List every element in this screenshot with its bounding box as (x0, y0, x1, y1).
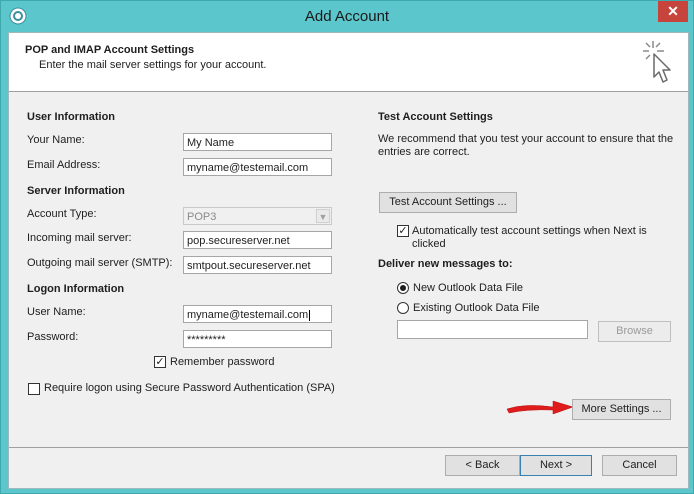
dialog-header: POP and IMAP Account Settings Enter the … (9, 33, 688, 92)
new-data-file-radio[interactable] (397, 282, 409, 294)
existing-data-file-path-input[interactable] (397, 320, 588, 339)
spa-checkbox[interactable] (28, 383, 40, 395)
more-settings-button[interactable]: More Settings ... (572, 399, 671, 420)
logon-info-heading: Logon Information (27, 283, 125, 295)
cancel-button[interactable]: Cancel (602, 455, 677, 476)
browse-button[interactable]: Browse (598, 321, 671, 342)
new-data-file-label: New Outlook Data File (413, 282, 524, 294)
red-arrow-icon (506, 400, 574, 415)
existing-data-file-label: Existing Outlook Data File (413, 302, 540, 314)
your-name-input[interactable]: My Name (183, 133, 332, 151)
outgoing-server-input[interactable]: smtpout.secureserver.net (183, 256, 332, 274)
auto-test-label: Automatically test account settings when… (412, 225, 647, 250)
window-title: Add Account (304, 8, 390, 25)
add-account-window: Add Account ✕ POP and IMAP Account Setti… (0, 0, 694, 494)
radio-selected-dot (400, 285, 406, 291)
header-title: POP and IMAP Account Settings (25, 44, 195, 56)
test-settings-description: We recommend that you test your account … (378, 133, 674, 158)
test-settings-heading: Test Account Settings (378, 111, 493, 123)
user-name-label: User Name: (27, 306, 86, 318)
user-name-input[interactable]: myname@testemail.com (183, 305, 332, 323)
checkmark-icon: ✓ (155, 356, 165, 368)
password-input[interactable]: ********* (183, 330, 332, 348)
incoming-server-label: Incoming mail server: (27, 232, 132, 244)
checkmark-icon: ✓ (398, 225, 408, 237)
back-button[interactable]: < Back (445, 455, 520, 476)
account-type-label: Account Type: (27, 208, 97, 220)
wizard-cursor-icon (643, 41, 671, 83)
spa-label: Require logon using Secure Password Auth… (44, 382, 335, 394)
dialog-body: POP and IMAP Account Settings Enter the … (8, 32, 689, 489)
close-button[interactable]: ✕ (658, 1, 688, 22)
next-button[interactable]: Next > (520, 455, 592, 476)
your-name-label: Your Name: (27, 134, 85, 146)
deliver-heading: Deliver new messages to: (378, 258, 513, 270)
account-type-value: POP3 (187, 211, 217, 223)
remember-password-checkbox[interactable]: ✓ (154, 356, 166, 368)
server-info-heading: Server Information (27, 185, 125, 197)
outgoing-server-label: Outgoing mail server (SMTP): (27, 257, 173, 269)
email-address-label: Email Address: (27, 159, 101, 171)
header-subtitle: Enter the mail server settings for your … (39, 59, 267, 71)
remember-password-label: Remember password (170, 356, 275, 368)
user-name-value: myname@testemail.com (187, 309, 309, 321)
auto-test-checkbox[interactable]: ✓ (397, 225, 409, 237)
existing-data-file-radio[interactable] (397, 302, 409, 314)
user-info-heading: User Information (27, 111, 116, 123)
test-account-settings-button[interactable]: Test Account Settings ... (379, 192, 517, 213)
email-address-input[interactable]: myname@testemail.com (183, 158, 332, 176)
chevron-down-icon: ▼ (316, 209, 330, 223)
account-type-select: POP3 ▼ (183, 207, 332, 225)
title-bar[interactable]: Add Account ✕ (1, 1, 693, 31)
footer-divider (9, 447, 688, 448)
incoming-server-input[interactable]: pop.secureserver.net (183, 231, 332, 249)
password-label: Password: (27, 331, 79, 343)
text-caret (309, 309, 311, 321)
